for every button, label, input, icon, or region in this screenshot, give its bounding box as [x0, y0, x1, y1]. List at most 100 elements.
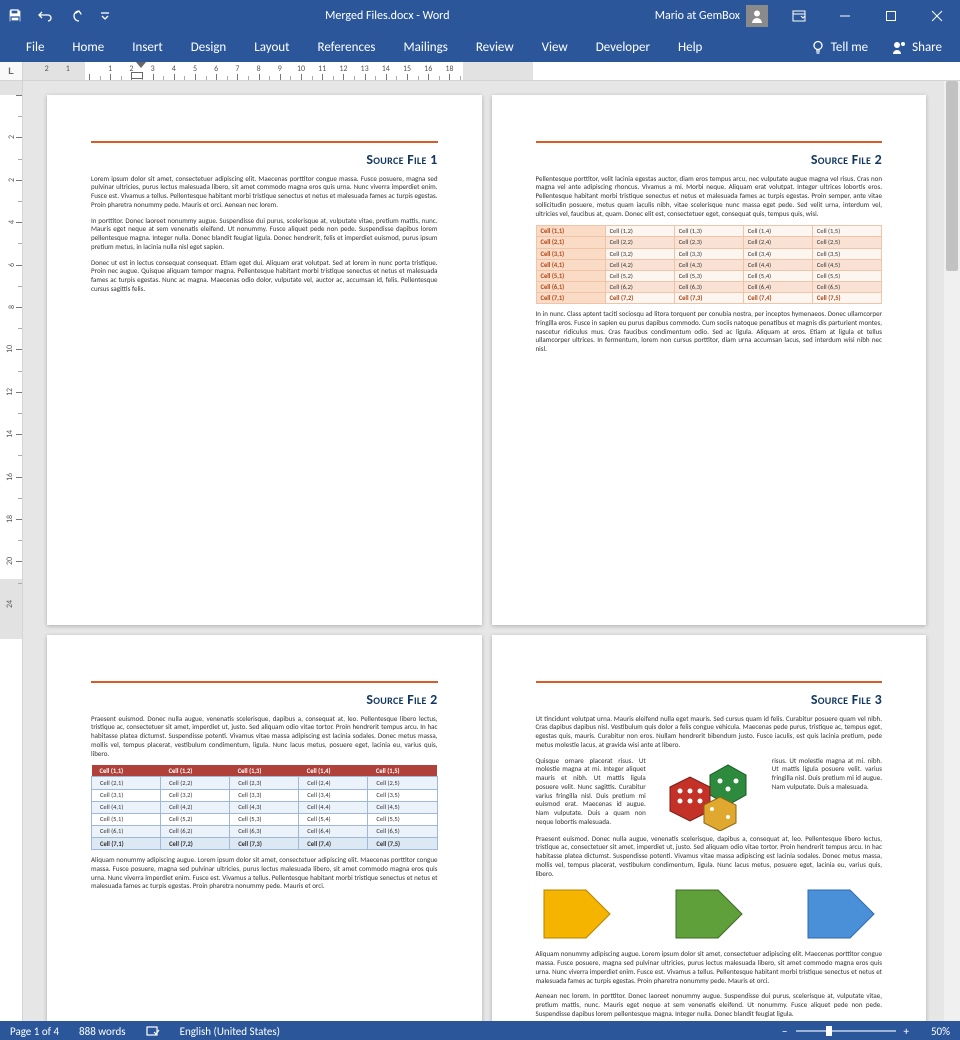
body-paragraph: Praesent euismod. Donec nulla augue, ven… — [91, 715, 438, 759]
tab-design[interactable]: Design — [177, 32, 240, 62]
body-paragraph: Praesent euismod. Donec nulla augue, ven… — [536, 835, 883, 879]
tab-selector[interactable]: L — [0, 62, 23, 80]
table-cell: Cell (4,2) — [161, 801, 230, 813]
arrow-shape-green — [674, 888, 744, 940]
table-cell: Cell (7,4) — [743, 293, 812, 304]
table-cell: Cell (1,5) — [812, 226, 881, 237]
table-cell: Cell (6,2) — [605, 281, 674, 292]
table-cell: Cell (6,3) — [674, 281, 743, 292]
arrow-shape-blue — [806, 888, 876, 940]
tab-mailings[interactable]: Mailings — [390, 32, 462, 62]
body-paragraph: Ut tincidunt volutpat urna. Mauris eleif… — [536, 715, 883, 750]
title-bar: Merged Files.docx - Word Mario at GemBox — [0, 0, 960, 32]
table-row: Cell (7,1)Cell (7,2)Cell (7,3)Cell (7,4)… — [92, 838, 438, 850]
workspace: 2246810121416182024 Source File 1 Lorem … — [0, 81, 960, 1021]
table-header-cell: Cell (1,3) — [230, 765, 299, 777]
table-cell: Cell (5,2) — [605, 270, 674, 281]
customize-qat-button[interactable] — [90, 0, 120, 32]
body-paragraph: Aliquam nonummy adipiscing augue. Lorem … — [536, 950, 883, 985]
body-paragraph: Aliquam nonummy adipiscing augue. Lorem … — [91, 856, 438, 891]
zoom-slider-track[interactable] — [796, 1030, 896, 1032]
table-cell: Cell (3,5) — [812, 248, 881, 259]
table-row: Cell (7,1)Cell (7,2)Cell (7,3)Cell (7,4)… — [536, 293, 882, 304]
undo-button[interactable] — [30, 0, 60, 32]
zoom-control: − + 50% — [782, 1025, 950, 1038]
tab-developer[interactable]: Developer — [582, 32, 664, 62]
table-cell: Cell (4,1) — [92, 801, 161, 813]
zoom-slider-thumb[interactable] — [826, 1026, 832, 1036]
table-cell: Cell (5,4) — [743, 270, 812, 281]
share-label: Share — [912, 40, 942, 55]
tell-me-label: Tell me — [831, 40, 868, 55]
table-cell: Cell (4,2) — [605, 259, 674, 270]
document-canvas[interactable]: Source File 1 Lorem ipsum dolor sit amet… — [23, 81, 960, 1021]
word-count[interactable]: 888 words — [79, 1025, 126, 1038]
table-cell: Cell (5,1) — [92, 813, 161, 825]
table-row: Cell (5,1)Cell (5,2)Cell (5,3)Cell (5,4)… — [536, 270, 882, 281]
table-cell: Cell (7,1) — [536, 293, 605, 304]
table-cell: Cell (7,2) — [161, 838, 230, 850]
table-cell: Cell (4,5) — [368, 801, 437, 813]
spellcheck-icon[interactable] — [146, 1025, 160, 1037]
table-cell: Cell (5,3) — [230, 813, 299, 825]
table-cell: Cell (1,3) — [674, 226, 743, 237]
tab-insert[interactable]: Insert — [118, 32, 177, 62]
table-cell: Cell (2,5) — [368, 777, 437, 789]
table-row: Cell (5,1)Cell (5,2)Cell (5,3)Cell (5,4)… — [92, 813, 438, 825]
table-cell: Cell (5,5) — [368, 813, 437, 825]
table-row: Cell (1,1)Cell (1,2)Cell (1,3)Cell (1,4)… — [536, 226, 882, 237]
body-paragraph: In in nunc. Class aptent taciti sociosqu… — [536, 310, 883, 354]
share-icon — [892, 40, 906, 54]
tab-view[interactable]: View — [528, 32, 582, 62]
table-cell: Cell (4,3) — [674, 259, 743, 270]
tab-review[interactable]: Review — [462, 32, 528, 62]
tab-references[interactable]: References — [304, 32, 390, 62]
vertical-ruler[interactable]: 2246810121416182024 — [0, 81, 23, 1021]
horizontal-ruler[interactable]: 211234567891011121314151618 — [23, 62, 960, 80]
scrollbar-thumb[interactable] — [946, 81, 958, 271]
table-cell: Cell (7,3) — [674, 293, 743, 304]
user-avatar[interactable] — [746, 5, 768, 27]
redo-button[interactable] — [60, 0, 90, 32]
table-cell: Cell (7,1) — [92, 838, 161, 850]
zoom-percent[interactable]: 50% — [931, 1025, 950, 1038]
page-indicator[interactable]: Page 1 of 4 — [10, 1025, 59, 1038]
table-cell: Cell (6,5) — [812, 281, 881, 292]
table-cell: Cell (7,2) — [605, 293, 674, 304]
vertical-scrollbar[interactable] — [944, 81, 960, 1021]
maximize-button[interactable] — [868, 0, 914, 32]
tab-help[interactable]: Help — [664, 32, 716, 62]
page-1: Source File 1 Lorem ipsum dolor sit amet… — [47, 95, 482, 625]
table-cell: Cell (3,4) — [299, 789, 368, 801]
indent-marker[interactable] — [136, 62, 146, 79]
table-cell: Cell (6,1) — [92, 825, 161, 837]
signed-in-user[interactable]: Mario at GemBox — [655, 9, 740, 23]
tab-home[interactable]: Home — [58, 32, 118, 62]
table-cell: Cell (6,4) — [743, 281, 812, 292]
table-cell: Cell (3,3) — [230, 789, 299, 801]
table-cell: Cell (5,2) — [161, 813, 230, 825]
table-cell: Cell (2,4) — [743, 237, 812, 248]
table-cell: Cell (1,2) — [605, 226, 674, 237]
zoom-out-button[interactable]: − — [782, 1025, 787, 1038]
minimize-button[interactable] — [822, 0, 868, 32]
language-indicator[interactable]: English (United States) — [180, 1025, 280, 1038]
tab-layout[interactable]: Layout — [240, 32, 303, 62]
text-column-right: risus. Ut molestie magna at mi. nibh. Ut… — [772, 757, 882, 831]
zoom-in-button[interactable]: + — [904, 1025, 909, 1038]
save-button[interactable] — [0, 0, 30, 32]
share-button[interactable]: Share — [880, 40, 954, 55]
table-cell: Cell (4,1) — [536, 259, 605, 270]
page-4: Source File 3 Ut tincidunt volutpat urna… — [492, 635, 927, 1021]
table-cell: Cell (2,1) — [92, 777, 161, 789]
tell-me-search[interactable]: Tell me — [799, 40, 880, 55]
table-cell: Cell (2,4) — [299, 777, 368, 789]
document-title: Merged Files.docx - Word — [120, 9, 655, 23]
table-cell: Cell (4,4) — [743, 259, 812, 270]
heading-rule — [91, 681, 438, 683]
table-row: Cell (4,1)Cell (4,2)Cell (4,3)Cell (4,4)… — [92, 801, 438, 813]
close-button[interactable] — [914, 0, 960, 32]
table-cell: Cell (6,1) — [536, 281, 605, 292]
tab-file[interactable]: File — [12, 32, 58, 62]
ribbon-display-options-button[interactable] — [776, 0, 822, 32]
